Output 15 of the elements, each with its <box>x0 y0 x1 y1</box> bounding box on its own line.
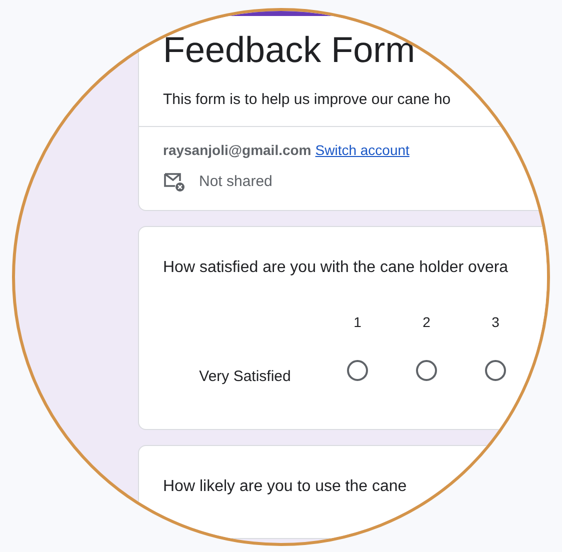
radio-button[interactable] <box>416 360 437 381</box>
column-label: 1 <box>352 313 362 332</box>
form-description: This form is to help us improve our cane ho <box>163 90 452 110</box>
question-text: How satisfied are you with the cane holder overa <box>162 258 510 278</box>
mail-off-icon <box>163 170 185 192</box>
row-label: Very Satisfied <box>198 366 292 386</box>
column-label: 2 <box>422 313 432 332</box>
form-title: Feedback Form <box>163 28 416 72</box>
switch-account-link[interactable]: Switch account <box>315 142 410 158</box>
radio-button[interactable] <box>485 360 506 381</box>
sharing-status: Not shared <box>199 172 272 190</box>
account-email: raysanjoli@gmail.com <box>163 142 312 158</box>
radio-button[interactable] <box>347 360 368 381</box>
question-text: How likely are you to use the cane <box>162 477 408 497</box>
column-label: 3 <box>490 313 500 332</box>
